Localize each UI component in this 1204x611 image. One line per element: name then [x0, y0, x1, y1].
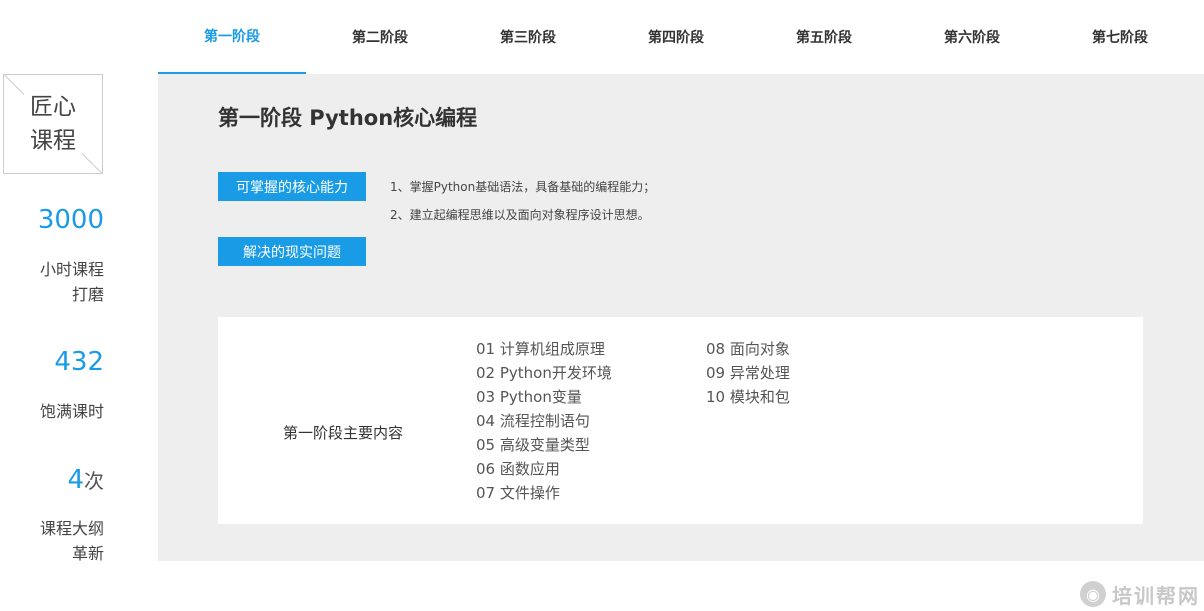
stat-lessons-label: 饱满课时	[39, 402, 104, 421]
ability-item-1: 1、掌握Python基础语法，具备基础的编程能力；	[390, 180, 656, 194]
content-item: 06 函数应用	[476, 460, 560, 478]
tab-stage-4[interactable]: 第四阶段	[602, 0, 750, 74]
stat-hours-label-line2: 打磨	[71, 285, 104, 304]
stage-tabs: 第一阶段 第二阶段 第三阶段 第四阶段 第五阶段 第六阶段 第七阶段	[158, 0, 1204, 74]
main-content-label: 第一阶段主要内容	[283, 424, 404, 442]
core-ability-button[interactable]: 可掌握的核心能力	[218, 172, 366, 201]
content-list-col2: 08 面向对象 09 异常处理 10 模块和包	[706, 337, 790, 409]
page-title: 第一阶段 Python核心编程	[218, 106, 478, 130]
stage-panel: 第一阶段 Python核心编程 可掌握的核心能力 1、掌握Python基础语法，…	[158, 74, 1204, 561]
stat-revisions-label: 课程大纲 革新	[14, 516, 104, 566]
craft-course-logo: 匠心 课程	[3, 74, 103, 174]
stat-hours-label: 小时课程 打磨	[14, 257, 104, 307]
tab-stage-5[interactable]: 第五阶段	[750, 0, 898, 74]
tab-stage-2[interactable]: 第二阶段	[306, 0, 454, 74]
tab-stage-7[interactable]: 第七阶段	[1046, 0, 1194, 74]
stat-revisions-value: 4次	[67, 465, 104, 495]
content-item: 10 模块和包	[706, 388, 790, 406]
watermark-text: 培训帮网	[1112, 583, 1200, 608]
content-item: 02 Python开发环境	[476, 364, 612, 382]
logo-corner-line	[3, 74, 25, 95]
stat-revisions-label-line2: 革新	[71, 544, 104, 563]
tab-stage-3[interactable]: 第三阶段	[454, 0, 602, 74]
logo-corner-line	[81, 153, 103, 174]
stat-revisions-unit: 次	[84, 469, 104, 493]
stat-lessons-value: 432	[54, 347, 104, 377]
tab-stage-1[interactable]: 第一阶段	[158, 0, 306, 74]
content-item: 05 高级变量类型	[476, 436, 590, 454]
real-problem-button[interactable]: 解决的现实问题	[218, 237, 366, 266]
logo-text-line1: 匠心	[30, 94, 76, 120]
ability-item-2: 2、建立起编程思维以及面向对象程序设计思想。	[390, 208, 650, 222]
stat-hours-value: 3000	[37, 205, 104, 235]
content-item: 07 文件操作	[476, 484, 560, 502]
stat-revisions-label-line1: 课程大纲	[39, 519, 104, 538]
content-list-col1: 01 计算机组成原理 02 Python开发环境 03 Python变量 04 …	[476, 337, 612, 505]
main-content-box: 第一阶段主要内容 01 计算机组成原理 02 Python开发环境 03 Pyt…	[218, 317, 1143, 524]
stat-hours-label-line1: 小时课程	[39, 260, 104, 279]
content-item: 09 异常处理	[706, 364, 790, 382]
content-item: 03 Python变量	[476, 388, 582, 406]
content-item: 04 流程控制语句	[476, 412, 590, 430]
tab-stage-6[interactable]: 第六阶段	[898, 0, 1046, 74]
logo-text-line2: 课程	[30, 128, 76, 154]
stat-revisions-number: 4	[67, 465, 84, 495]
content-item: 08 面向对象	[706, 340, 790, 358]
content-item: 01 计算机组成原理	[476, 340, 605, 358]
eye-logo-icon: ◉	[1080, 581, 1106, 607]
watermark: ◉ 培训帮网	[1065, 580, 1200, 608]
